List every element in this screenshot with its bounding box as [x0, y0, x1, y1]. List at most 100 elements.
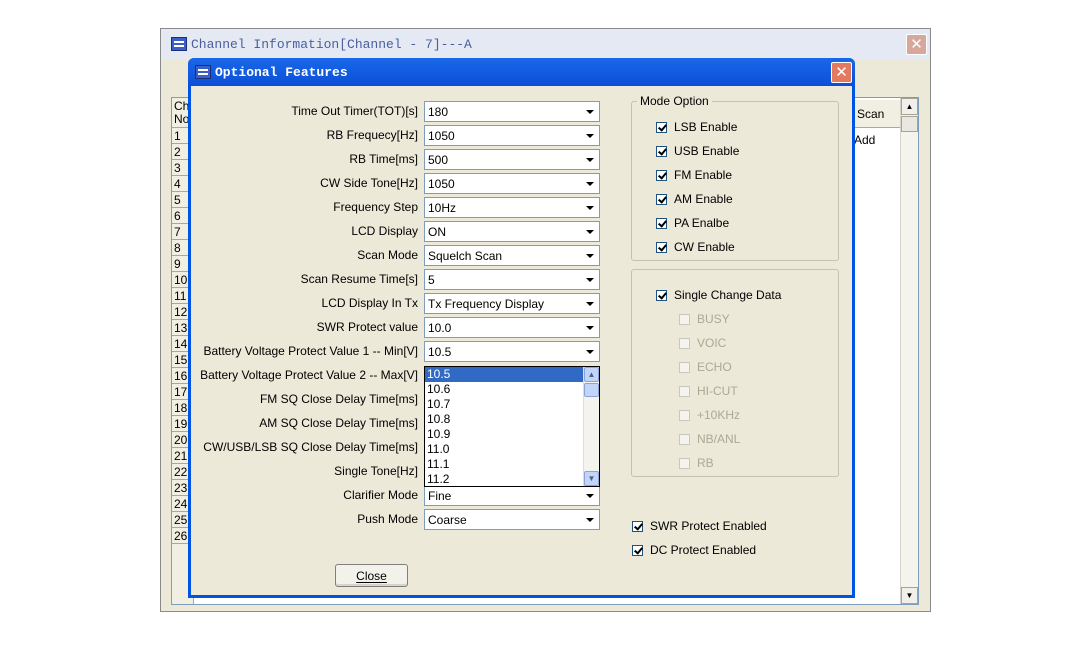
checkbox-icon[interactable]	[656, 121, 667, 133]
mode-option-checkbox[interactable]: CW Enable	[656, 240, 735, 254]
checkbox-icon[interactable]	[656, 193, 667, 205]
single-change-item-checkbox[interactable]: VOIC	[679, 336, 726, 350]
chevron-down-icon[interactable]	[582, 151, 598, 168]
single-change-item-label: RB	[697, 456, 714, 470]
checkbox-icon[interactable]	[679, 361, 690, 373]
scroll-down-icon[interactable]: ▼	[901, 587, 918, 604]
checkbox-icon[interactable]	[656, 241, 667, 253]
parent-close-icon[interactable]: ✕	[906, 34, 927, 55]
chevron-down-icon[interactable]	[582, 319, 598, 336]
checkbox-icon[interactable]	[679, 337, 690, 349]
single-change-item-label: BUSY	[697, 312, 730, 326]
checkbox-icon[interactable]	[679, 385, 690, 397]
chevron-down-icon[interactable]	[582, 511, 598, 528]
field-combobox[interactable]: ON	[424, 221, 600, 242]
field-combobox[interactable]: 1050	[424, 125, 600, 146]
chevron-down-icon[interactable]	[582, 127, 598, 144]
scroll-up-icon[interactable]: ▲	[901, 98, 918, 115]
dropdown-option[interactable]: 11.2	[425, 472, 583, 487]
checkbox-icon[interactable]	[656, 217, 667, 229]
single-change-item-checkbox[interactable]: +10KHz	[679, 408, 740, 422]
scroll-thumb[interactable]	[901, 116, 918, 132]
chevron-down-icon[interactable]	[582, 247, 598, 264]
arrow-glyph	[586, 157, 594, 162]
single-change-data-checkbox[interactable]: Single Change Data	[656, 288, 781, 302]
dc-checkmark-icon[interactable]	[632, 544, 643, 556]
app-icon	[171, 37, 187, 51]
single-change-item-label: NB/ANL	[697, 432, 741, 446]
field-combobox[interactable]: Tx Frequency Display	[424, 293, 600, 314]
single-change-item-checkbox[interactable]: BUSY	[679, 312, 730, 326]
field-combobox[interactable]: 1050	[424, 173, 600, 194]
dropdown-option[interactable]: 11.1	[425, 457, 583, 472]
field-label: FM SQ Close Delay Time[ms]	[259, 392, 418, 406]
dropdown-scroll-up-icon[interactable]: ▲	[584, 367, 599, 382]
checkbox-icon[interactable]	[656, 169, 667, 181]
field-combobox[interactable]: 10.0	[424, 317, 600, 338]
chevron-down-icon[interactable]	[582, 295, 598, 312]
field-combobox[interactable]: Squelch Scan	[424, 245, 600, 266]
dropdown-scrollbar[interactable]: ▲ ▼	[583, 367, 599, 486]
mode-option-checkbox[interactable]: AM Enable	[656, 192, 733, 206]
field-label: Scan Resume Time[s]	[300, 272, 418, 286]
dropdown-scroll-down-icon[interactable]: ▼	[584, 471, 599, 486]
field-combobox[interactable]: Fine	[424, 485, 600, 506]
field-combobox[interactable]: 10Hz	[424, 197, 600, 218]
arrow-glyph	[586, 349, 594, 354]
single-change-item-label: +10KHz	[697, 408, 741, 422]
mode-option-checkbox[interactable]: LSB Enable	[656, 120, 737, 134]
parent-title-bar[interactable]: Channel Information[Channel - 7]---A ✕	[161, 29, 930, 59]
checkbox-icon[interactable]	[679, 313, 690, 325]
combobox-value: 180	[428, 105, 449, 119]
single-change-item-label: HI-CUT	[697, 384, 738, 398]
chevron-down-icon[interactable]	[582, 199, 598, 216]
combobox-value: Tx Frequency Display	[428, 297, 545, 311]
dialog-close-icon[interactable]: ✕	[831, 62, 852, 83]
grid-vertical-scrollbar[interactable]: ▲ ▼	[900, 98, 918, 604]
close-button[interactable]: Close	[335, 564, 408, 587]
dropdown-option[interactable]: 10.8	[425, 412, 583, 427]
dropdown-option[interactable]: 10.7	[425, 397, 583, 412]
swr-protect-checkbox[interactable]: SWR Protect Enabled	[632, 519, 767, 533]
field-combobox[interactable]: 10.5	[424, 341, 600, 362]
grid-scan-cell[interactable]: Add	[854, 132, 875, 148]
mode-option-label: FM Enable	[674, 168, 733, 182]
swr-checkmark-icon[interactable]	[632, 520, 643, 532]
mode-option-checkbox[interactable]: FM Enable	[656, 168, 732, 182]
checkbox-icon[interactable]	[679, 409, 690, 421]
checkbox-icon[interactable]	[656, 145, 667, 157]
dropdown-scroll-thumb[interactable]	[584, 383, 599, 397]
dropdown-option[interactable]: 10.6	[425, 382, 583, 397]
field-combobox[interactable]: 500	[424, 149, 600, 170]
checkbox-icon[interactable]	[679, 433, 690, 445]
chevron-down-icon[interactable]	[582, 343, 598, 360]
chevron-down-icon[interactable]	[582, 487, 598, 504]
combobox-value: 5	[428, 273, 435, 287]
single-change-item-checkbox[interactable]: NB/ANL	[679, 432, 740, 446]
field-label: RB Time[ms]	[349, 152, 418, 166]
field-label: AM SQ Close Delay Time[ms]	[259, 416, 418, 430]
chevron-down-icon[interactable]	[582, 223, 598, 240]
chevron-down-icon[interactable]	[582, 175, 598, 192]
single-change-item-checkbox[interactable]: HI-CUT	[679, 384, 738, 398]
single-change-item-checkbox[interactable]: RB	[679, 456, 714, 470]
field-combobox[interactable]: Coarse	[424, 509, 600, 530]
combobox-value: Coarse	[428, 513, 467, 527]
mode-option-checkbox[interactable]: PA Enalbe	[656, 216, 729, 230]
battery-voltage-dropdown-list[interactable]: 10.5 10.6 10.7 10.8 10.9 11.0 11.1 11.2 ▲ ▼	[424, 366, 600, 487]
dropdown-option[interactable]: 11.0	[425, 442, 583, 457]
single-change-item-checkbox[interactable]: ECHO	[679, 360, 732, 374]
chevron-down-icon[interactable]	[582, 103, 598, 120]
checkbox-icon[interactable]	[679, 457, 690, 469]
dc-protect-checkbox[interactable]: DC Protect Enabled	[632, 543, 756, 557]
field-combobox[interactable]: 180	[424, 101, 600, 122]
chevron-down-icon[interactable]	[582, 271, 598, 288]
mode-option-checkbox[interactable]: USB Enable	[656, 144, 739, 158]
optional-features-dialog: Optional Features ✕ Time Out Timer(TOT)[…	[188, 58, 855, 598]
single-change-checkmark-icon[interactable]	[656, 289, 667, 301]
dropdown-option[interactable]: 10.5	[425, 367, 583, 382]
field-combobox[interactable]: 5	[424, 269, 600, 290]
dialog-title-bar[interactable]: Optional Features ✕	[188, 58, 855, 86]
field-label: Time Out Timer(TOT)[s]	[291, 104, 418, 118]
dropdown-option[interactable]: 10.9	[425, 427, 583, 442]
